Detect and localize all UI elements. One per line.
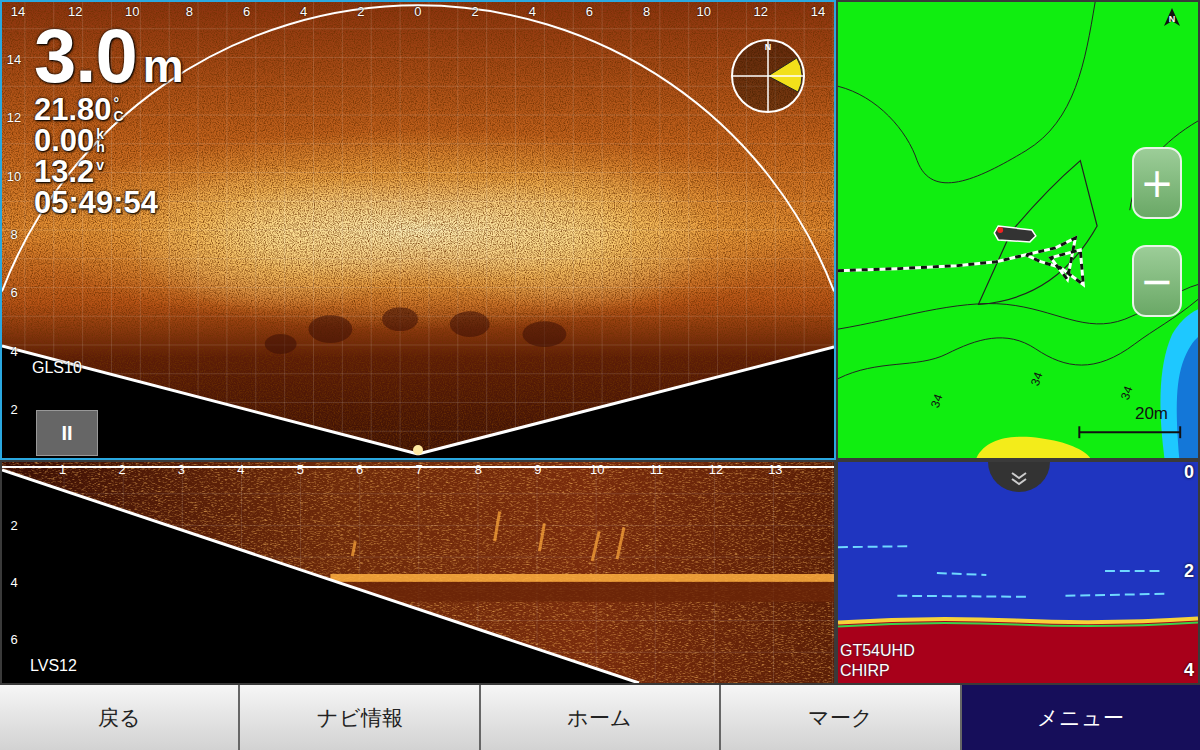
axis-label: 5 [271,462,330,477]
depth-axis: 2 4 6 [4,518,24,647]
sonar-pane[interactable]: 0 2 4 GT54UHDCHIRP [836,460,1200,685]
bottom-bar: 戻るナビ情報ホームマークメニュー [0,685,1200,750]
axis-label: 4 [294,4,314,19]
axis-label: 7 [389,462,448,477]
axis-label: 1 [33,462,92,477]
axis-label: 6 [579,4,599,19]
axis-label: 10 [568,462,627,477]
axis-label: 4 [1184,660,1194,681]
axis-label: 4 [211,462,270,477]
range-axis: 14 12 10 8 6 4 2 0 2 4 6 8 10 12 14 [2,4,834,19]
axis-label: 2 [465,4,485,19]
axis-label: 8 [449,462,508,477]
readout: 0.00kh [34,125,184,156]
zoom-in-button[interactable]: + [1132,147,1182,219]
chevron-down-icon [1009,472,1029,486]
axis-label: 6 [4,285,24,300]
livevu-pane[interactable]: 12345678910111213246LVS12 [0,460,836,685]
transducer-label: LVS12 [30,657,77,675]
axis-label: 12 [686,462,745,477]
contour-label: 34 [928,392,946,409]
zoom-out-button[interactable]: − [1132,245,1182,317]
bar-button[interactable]: マーク [721,685,959,750]
axis-label: 4 [4,575,24,590]
scale-bar [1079,426,1180,438]
readout: 13.2v [34,156,184,187]
sonar-image [2,462,834,683]
chart-map [838,2,1198,458]
axis-label: 0 [408,4,428,19]
north-indicator: N [1164,8,1180,24]
axis-label: 8 [637,4,657,19]
depth-axis: 0 2 4 [1184,462,1194,681]
axis-label: 3 [152,462,211,477]
panes: 14121086420246810121414121086423.0m21.80… [0,0,1200,685]
axis-label: 12 [65,4,85,19]
axis-label: 14 [4,52,24,67]
bar-button[interactable]: 戻る [0,685,238,750]
axis-label: 12 [751,4,771,19]
readout: 05:49:54 [34,187,184,218]
axis-label: 9 [508,462,567,477]
compass-icon: N [728,36,808,116]
axis-label: 2 [351,4,371,19]
chart-pane[interactable]: 34 34 34 N + − 20m [836,0,1200,460]
axis-label: 10 [122,4,142,19]
bar-button[interactable]: ホーム [481,685,719,750]
bar-button[interactable]: メニュー [962,685,1200,750]
scale-label: 20m [1135,404,1168,424]
transducer-label: GLS10 [32,359,82,377]
axis-label: 6 [237,4,257,19]
axis-label: 13 [746,462,805,477]
axis-label: 8 [4,227,24,242]
axis-label: 6 [330,462,389,477]
axis-label: 2 [92,462,151,477]
depth-readout: 3.0m [34,18,184,94]
boat-icon [994,226,1036,242]
transducer-label: GT54UHDCHIRP [840,641,915,681]
axis-label: 8 [179,4,199,19]
axis-label: 2 [4,518,24,533]
depth-axis: 14 12 10 8 6 4 2 [4,52,24,417]
readout-unit: kh [96,128,105,154]
data-readouts: 3.0m21.80°C0.00kh13.2v05:49:54 [34,18,184,218]
svg-text:N: N [765,42,772,52]
axis-label: 6 [4,632,24,647]
axis-label: 10 [694,4,714,19]
readout: 21.80°C [34,94,184,125]
axis-label: 11 [627,462,686,477]
livescope-pane[interactable]: 14 12 10 8 6 4 2 0 2 4 6 8 10 12 14 14 12 10 8 6 4 2 3.0m21.80… [0,0,836,460]
axis-label: 10 [4,169,24,184]
contour-label: 34 [1028,370,1046,387]
readout-unit: v [96,159,104,172]
axis-label: 4 [4,344,24,359]
bar-button[interactable]: ナビ情報 [240,685,478,750]
contour-label: 34 [1118,384,1136,401]
axis-label: 4 [522,4,542,19]
range-axis: 12345678910111213 [33,462,805,477]
axis-label: 14 [8,4,28,19]
fishfinder-screen: 14121086420246810121414121086423.0m21.80… [0,0,1200,750]
readout-unit: °C [114,97,124,123]
axis-label: 2 [1184,561,1194,582]
axis-label: 12 [4,110,24,125]
axis-label: 2 [4,402,24,417]
axis-label: 14 [808,4,828,19]
axis-label: 0 [1184,462,1194,483]
pause-button[interactable]: II [36,410,98,456]
